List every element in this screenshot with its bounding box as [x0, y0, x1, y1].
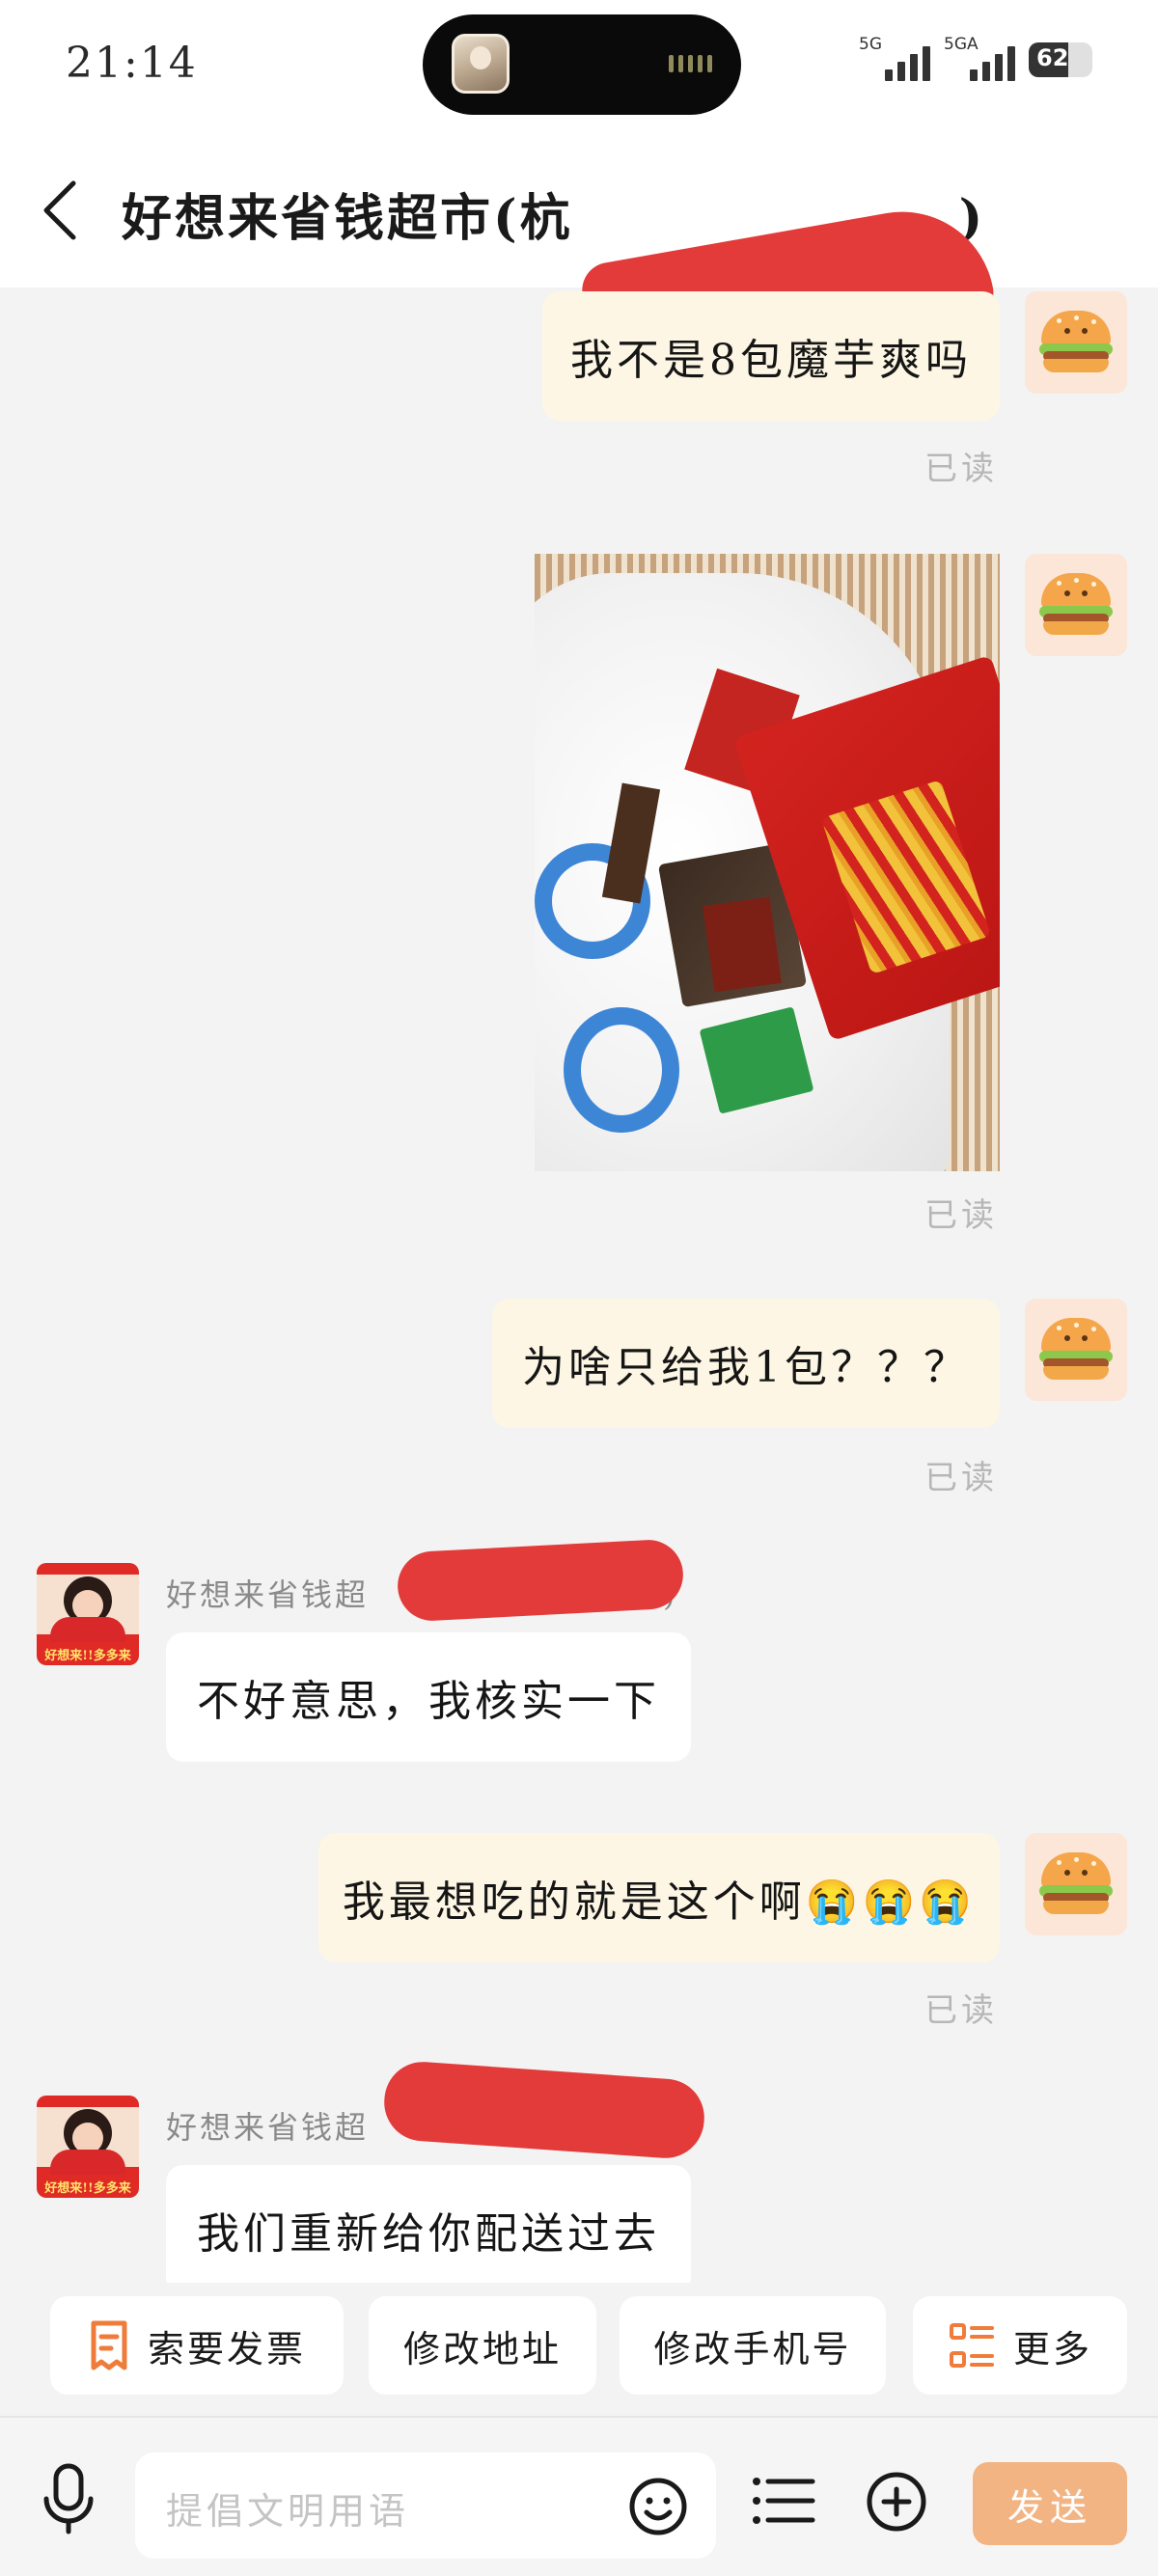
- message-text: 我最想吃的就是这个啊😭😭😭: [342, 1877, 977, 1927]
- message-text: 我不是8包魔芋爽吗: [570, 336, 972, 385]
- message-bubble-theirs[interactable]: 不好意思，我核实一下: [166, 1632, 691, 1762]
- dynamic-island[interactable]: [423, 14, 741, 115]
- back-button[interactable]: [35, 172, 93, 249]
- my-avatar[interactable]: [1025, 554, 1127, 656]
- quick-actions-bar: 索要发票 修改地址 修改手机号 更多: [0, 2283, 1158, 2416]
- message-input-placeholder: 提倡文明用语: [166, 2490, 410, 2533]
- quick-action-label: 修改地址: [402, 2327, 562, 2370]
- shop-avatar[interactable]: 好想来!!多多来: [37, 2096, 139, 2198]
- chat-messages[interactable]: 我不是8包魔芋爽吗 已读 已读 为啥只给我1包？？？ 已读 好想来!!多多来 好…: [0, 288, 1158, 2283]
- message-input[interactable]: 提倡文明用语: [135, 2453, 716, 2559]
- message-bubble-mine[interactable]: 我最想吃的就是这个啊😭😭😭: [318, 1833, 1000, 1962]
- request-invoice-button[interactable]: 索要发票: [50, 2296, 344, 2395]
- list-menu-icon[interactable]: [751, 2474, 816, 2528]
- invoice-icon: [91, 2320, 127, 2370]
- more-button[interactable]: 更多: [913, 2296, 1127, 2395]
- chevron-left-icon: [43, 180, 76, 240]
- battery-icon: 62: [1029, 42, 1092, 77]
- read-status: 已读: [924, 450, 998, 488]
- my-avatar[interactable]: [1025, 291, 1127, 394]
- page-title-text: 好想来省钱超市(杭: [122, 189, 573, 248]
- change-phone-button[interactable]: 修改手机号: [620, 2296, 886, 2395]
- message-text: 为啥只给我1包？？？: [522, 1343, 970, 1392]
- change-address-button[interactable]: 修改地址: [369, 2296, 596, 2395]
- burger-avatar-icon: [1039, 1318, 1113, 1380]
- burger-avatar-icon: [1039, 1852, 1113, 1914]
- shop-avatar-caption: 好想来!!多多来: [44, 1649, 131, 1663]
- more-list-icon: [949, 2323, 994, 2368]
- message-text: 不好意思，我核实一下: [197, 1677, 660, 1726]
- burger-avatar-icon: [1039, 311, 1113, 372]
- emoji-icon[interactable]: [627, 2476, 689, 2537]
- message-bubble-mine[interactable]: 为啥只给我1包？？？: [492, 1299, 1000, 1428]
- shop-avatar-caption: 好想来!!多多来: [44, 2181, 131, 2196]
- message-text: 我们重新给你配送过去: [197, 2209, 660, 2259]
- message-bubble-mine[interactable]: 我不是8包魔芋爽吗: [542, 291, 1000, 421]
- message-bubble-theirs[interactable]: 我们重新给你配送过去: [166, 2165, 691, 2283]
- my-avatar[interactable]: [1025, 1833, 1127, 1935]
- send-button[interactable]: 发送: [973, 2462, 1127, 2545]
- chat-header: 好想来省钱超市(杭): [0, 135, 1158, 382]
- quick-action-label: 修改手机号: [653, 2327, 852, 2370]
- shop-avatar[interactable]: 好想来!!多多来: [37, 1563, 139, 1665]
- battery-level: 62: [1036, 44, 1069, 71]
- read-status: 已读: [924, 1459, 998, 1497]
- read-status: 已读: [924, 1991, 998, 2030]
- signal-icon: 5G: [859, 35, 930, 83]
- status-indicators: 5G 5GA 62: [859, 35, 1092, 83]
- status-bar: 21:14 5G 5GA 62: [0, 0, 1158, 135]
- signal-label: 5G: [859, 35, 882, 54]
- quick-action-label: 更多: [1012, 2327, 1092, 2370]
- message-photo[interactable]: [535, 554, 1000, 1171]
- read-status: 已读: [924, 1196, 998, 1235]
- my-avatar[interactable]: [1025, 1299, 1127, 1401]
- signal-icon: 5GA: [944, 35, 1015, 83]
- input-bar: 提倡文明用语 发送: [0, 2416, 1158, 2576]
- microphone-icon[interactable]: [39, 2462, 98, 2537]
- burger-avatar-icon: [1039, 573, 1113, 635]
- audio-visualizer-icon: [669, 55, 712, 72]
- sender-name-text: 好想来省钱超: [166, 2109, 370, 2146]
- sender-name-text: 好想来省钱超: [166, 1576, 370, 1613]
- add-plus-icon[interactable]: [865, 2470, 928, 2534]
- quick-action-label: 索要发票: [147, 2327, 306, 2370]
- now-playing-thumbnail: [452, 34, 510, 94]
- status-time: 21:14: [66, 39, 198, 88]
